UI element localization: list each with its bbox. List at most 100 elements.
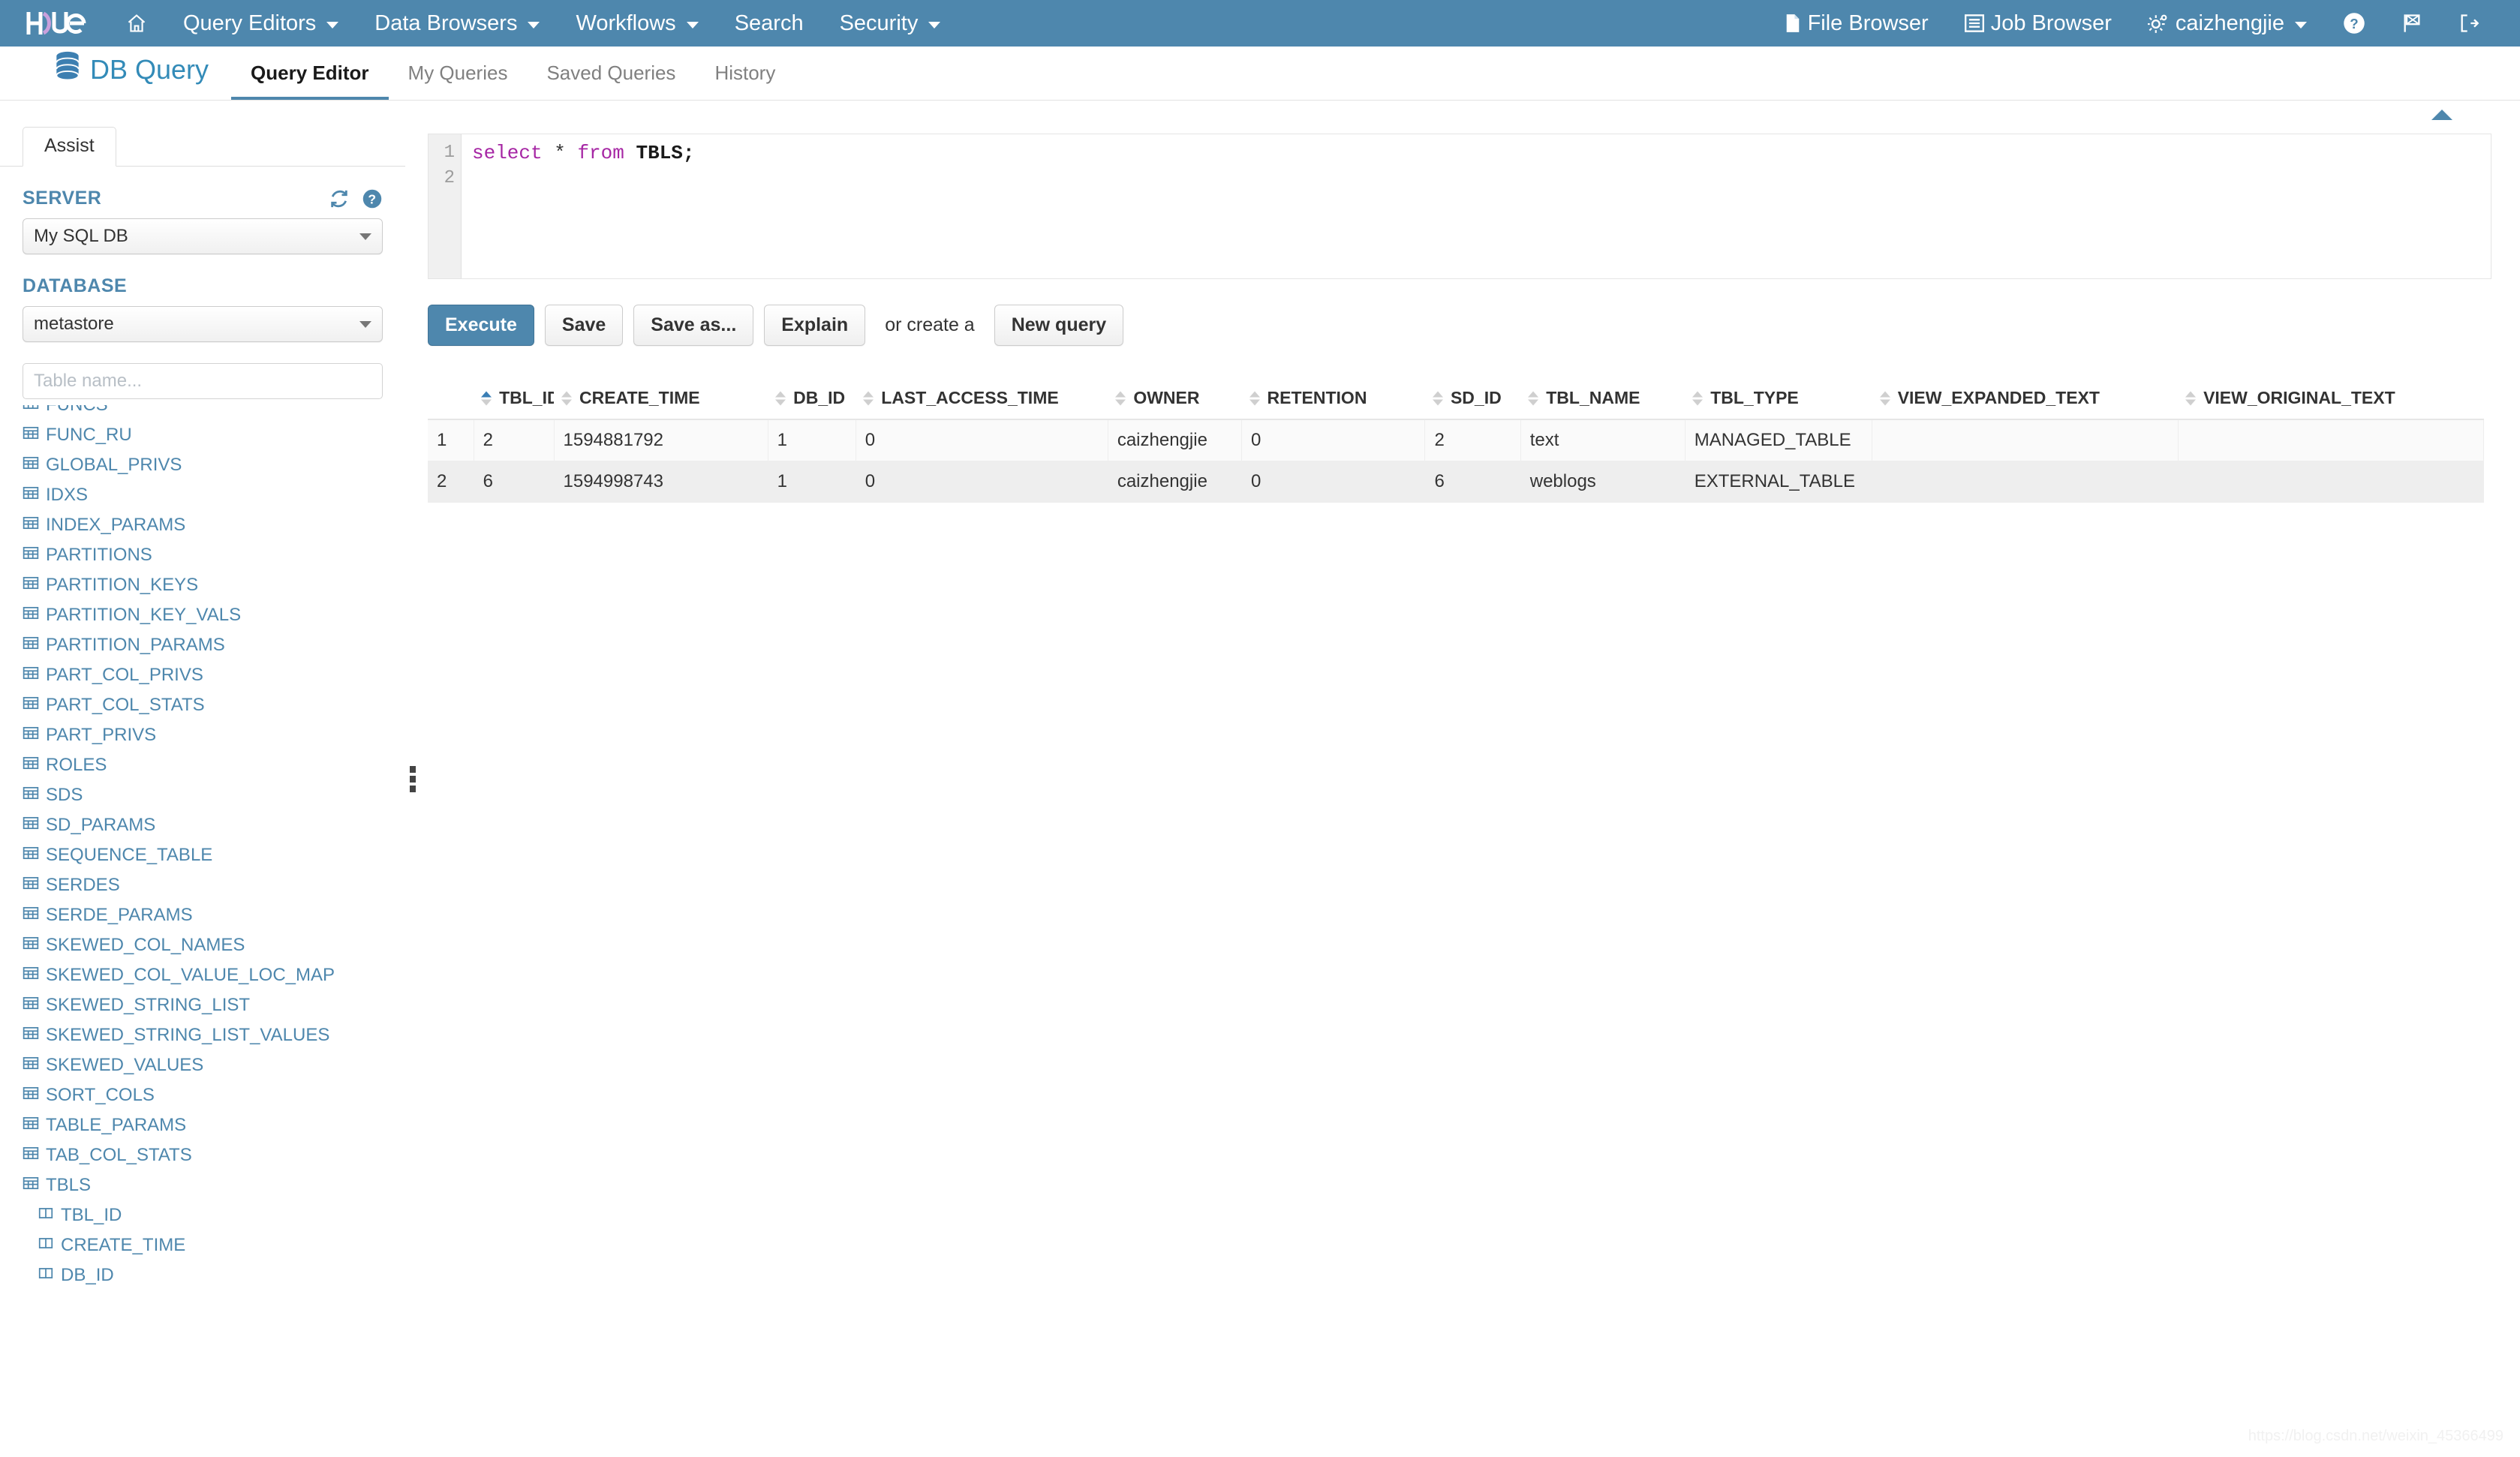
- results-header-row: TBL_ID CREATE_TIME DB_ID LAST_ACCESS_TIME OW…: [428, 377, 2484, 420]
- sort-arrows-icon[interactable]: [561, 391, 573, 405]
- tab-query-editor[interactable]: Query Editor: [231, 62, 389, 100]
- assist-table-index_params[interactable]: INDEX_PARAMS: [23, 510, 405, 540]
- sort-arrows-icon[interactable]: [481, 391, 492, 405]
- results-panel: TBL_ID CREATE_TIME DB_ID LAST_ACCESS_TIME OW…: [428, 377, 2485, 503]
- results-header-view_expanded_text[interactable]: VIEW_EXPANDED_TEXT: [1872, 377, 2179, 420]
- assist-table-skewed_col_value_loc_map[interactable]: SKEWED_COL_VALUE_LOC_MAP: [23, 960, 405, 990]
- assist-table-partition_keys[interactable]: PARTITION_KEYS: [23, 570, 405, 600]
- sort-arrows-icon[interactable]: [863, 391, 874, 405]
- code-token: from: [577, 142, 624, 164]
- sort-arrows-icon[interactable]: [775, 391, 786, 405]
- sort-arrows-icon[interactable]: [1528, 391, 1539, 405]
- results-header-tbl_id[interactable]: TBL_ID: [474, 377, 555, 420]
- database-select[interactable]: metastore: [23, 306, 383, 342]
- chevron-down-icon: [359, 320, 371, 328]
- help-circle-icon[interactable]: ?: [362, 188, 383, 209]
- tab-history[interactable]: History: [695, 62, 795, 100]
- assist-item-label: SKEWED_STRING_LIST_VALUES: [46, 1025, 330, 1045]
- assist-table-list[interactable]: FUNCS FUNC_RU GLOBAL_PRIVS IDXS INDEX_PARAMS…: [0, 405, 405, 1296]
- sidebar-resize-handle[interactable]: [405, 101, 420, 1457]
- save-as-button[interactable]: Save as...: [633, 305, 754, 346]
- sql-editor[interactable]: 12 select * from TBLS;: [428, 134, 2491, 279]
- assist-table-partitions[interactable]: PARTITIONS: [23, 540, 405, 570]
- table-filter-input[interactable]: [23, 363, 383, 399]
- assist-table-part_col_stats[interactable]: PART_COL_STATS: [23, 690, 405, 720]
- table-cell: 0: [1241, 461, 1426, 503]
- assist-column-tbl_id[interactable]: TBL_ID: [23, 1200, 405, 1230]
- assist-table-part_col_privs[interactable]: PART_COL_PRIVS: [23, 660, 405, 690]
- results-header-tbl_type[interactable]: TBL_TYPE: [1685, 377, 1872, 420]
- results-header-view_original_text[interactable]: VIEW_ORIGINAL_TEXT: [2178, 377, 2484, 420]
- column-icon: [38, 1265, 54, 1287]
- assist-table-partition_key_vals[interactable]: PARTITION_KEY_VALS: [23, 600, 405, 630]
- assist-table-skewed_col_names[interactable]: SKEWED_COL_NAMES: [23, 930, 405, 960]
- navbar-item-user-menu[interactable]: caizhengjie: [2130, 0, 2325, 47]
- results-header-retention[interactable]: RETENTION: [1241, 377, 1425, 420]
- editor-code[interactable]: select * from TBLS;: [462, 134, 2491, 278]
- navbar-item-security[interactable]: Security: [822, 0, 959, 47]
- assist-table-skewed_string_list_values[interactable]: SKEWED_STRING_LIST_VALUES: [23, 1020, 405, 1050]
- explain-button[interactable]: Explain: [764, 305, 866, 346]
- navbar-help-button[interactable]: ?: [2325, 0, 2383, 47]
- assist-table-skewed_string_list[interactable]: SKEWED_STRING_LIST: [23, 990, 405, 1020]
- assist-table-skewed_values[interactable]: SKEWED_VALUES: [23, 1050, 405, 1080]
- assist-table-sort_cols[interactable]: SORT_COLS: [23, 1080, 405, 1110]
- results-header-owner[interactable]: OWNER: [1108, 377, 1242, 420]
- navbar-item-data-browsers[interactable]: Data Browsers: [356, 0, 558, 47]
- hue-logo[interactable]: [17, 0, 108, 47]
- sort-arrows-icon[interactable]: [1249, 391, 1260, 405]
- assist-table-serdes[interactable]: SERDES: [23, 870, 405, 900]
- sort-arrows-icon[interactable]: [1432, 391, 1443, 405]
- navbar-item-query-editors[interactable]: Query Editors: [165, 0, 356, 47]
- watermark: https://blog.csdn.net/weixin_45366499: [2248, 1428, 2503, 1444]
- assist-column-db_id[interactable]: DB_ID: [23, 1260, 405, 1290]
- results-header-last_access_time[interactable]: LAST_ACCESS_TIME: [856, 377, 1108, 420]
- navbar-home-button[interactable]: [108, 0, 165, 47]
- tab-my-queries[interactable]: My Queries: [389, 62, 528, 100]
- triangle-up-icon[interactable]: [2431, 110, 2452, 120]
- assist-table-table_params[interactable]: TABLE_PARAMS: [23, 1110, 405, 1140]
- assist-table-tab_col_stats[interactable]: TAB_COL_STATS: [23, 1140, 405, 1170]
- assist-table-idxs[interactable]: IDXS: [23, 480, 405, 510]
- assist-table-func_ru[interactable]: FUNC_RU: [23, 420, 405, 450]
- navbar-item-job-browser[interactable]: Job Browser: [1947, 0, 2130, 47]
- assist-table-sds[interactable]: SDS: [23, 780, 405, 810]
- sort-arrows-icon[interactable]: [1115, 391, 1126, 405]
- server-select[interactable]: My SQL DB: [23, 218, 383, 254]
- navbar-username-label: caizhengjie: [2175, 11, 2284, 35]
- assist-table-serde_params[interactable]: SERDE_PARAMS: [23, 900, 405, 930]
- sort-arrows-icon[interactable]: [1692, 391, 1704, 405]
- table-row[interactable]: 1 2 1594881792 1 0 caizhengjie 0 2 text MANAGED_T…: [428, 419, 2485, 461]
- new-query-button[interactable]: New query: [994, 305, 1124, 346]
- assist-table-sequence_table[interactable]: SEQUENCE_TABLE: [23, 840, 405, 870]
- results-header-tbl_name[interactable]: TBL_NAME: [1520, 377, 1686, 420]
- assist-table-roles[interactable]: ROLES: [23, 750, 405, 780]
- assist-table-tbls[interactable]: TBLS: [23, 1170, 405, 1200]
- save-button[interactable]: Save: [544, 305, 624, 346]
- results-header-db_id[interactable]: DB_ID: [768, 377, 856, 420]
- assist-column-create_time[interactable]: CREATE_TIME: [23, 1230, 405, 1260]
- assist-table-sd_params[interactable]: SD_PARAMS: [23, 810, 405, 840]
- sort-arrows-icon[interactable]: [2185, 391, 2197, 405]
- editor-toolbar: Execute Save Save as... Explain or creat…: [428, 305, 2491, 346]
- svg-text:?: ?: [368, 191, 376, 206]
- navbar-item-search[interactable]: Search: [717, 0, 822, 47]
- sort-arrows-icon[interactable]: [1879, 391, 1890, 405]
- assist-table-global_privs[interactable]: GLOBAL_PRIVS: [23, 450, 405, 480]
- assist-table-part_privs[interactable]: PART_PRIVS: [23, 720, 405, 750]
- table-cell: 2: [1424, 419, 1521, 461]
- execute-button[interactable]: Execute: [428, 305, 534, 346]
- assist-table-partition_params[interactable]: PARTITION_PARAMS: [23, 630, 405, 660]
- navbar-flag-button[interactable]: [2383, 0, 2440, 47]
- tab-assist[interactable]: Assist: [23, 127, 116, 167]
- results-header-create_time[interactable]: CREATE_TIME: [554, 377, 768, 420]
- navbar-logout-button[interactable]: [2440, 0, 2497, 47]
- navbar-item-file-browser[interactable]: File Browser: [1767, 0, 1947, 47]
- refresh-icon[interactable]: [329, 188, 350, 209]
- results-header-sd_id[interactable]: SD_ID: [1424, 377, 1521, 420]
- table-row[interactable]: 2 6 1594998743 1 0 caizhengjie 0 6 weblogs EXTERN…: [428, 461, 2485, 503]
- navbar-item-workflows[interactable]: Workflows: [558, 0, 716, 47]
- chevron-down-icon: [528, 21, 540, 29]
- tab-saved-queries[interactable]: Saved Queries: [527, 62, 695, 100]
- assist-table-funcs[interactable]: FUNCS: [23, 405, 405, 420]
